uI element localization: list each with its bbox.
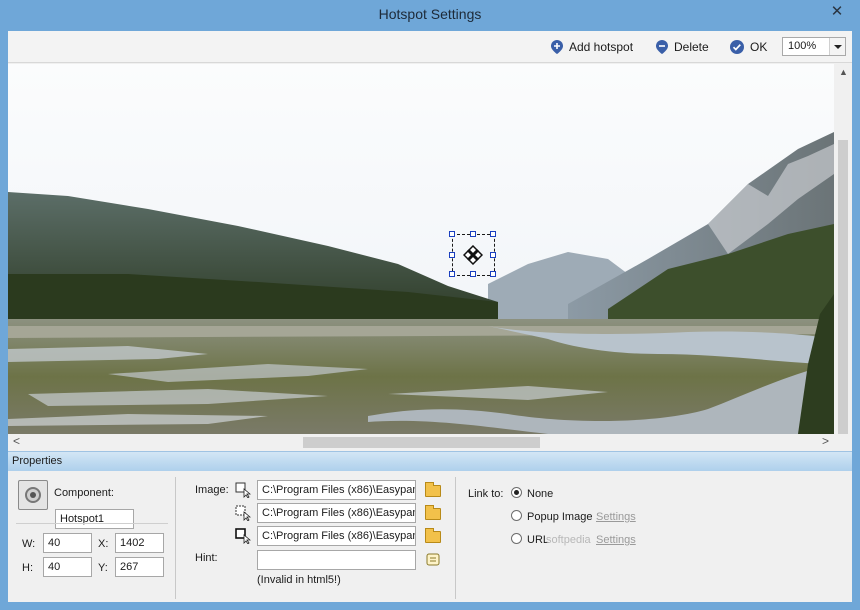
link-popup-radio[interactable] [511,510,522,521]
height-label: H: [22,562,33,574]
resize-handle[interactable] [470,231,476,237]
x-field[interactable]: 1402 [115,533,164,553]
folder-open-icon[interactable] [425,505,441,520]
add-hotspot-label: Add hotspot [569,40,634,54]
hotspot-icon [463,245,483,265]
delete-button[interactable]: Delete [655,38,709,56]
url-settings-link[interactable]: Settings [596,534,636,546]
watermark: softpedia [546,534,591,546]
hover-state-icon [235,505,251,521]
image-label: Image: [195,484,229,496]
y-field[interactable]: 267 [115,557,164,577]
resize-handle[interactable] [490,231,496,237]
pin-add-icon [551,40,563,54]
link-url-radio[interactable] [511,533,522,544]
resize-handle[interactable] [470,271,476,277]
divider [16,523,168,524]
add-hotspot-button[interactable]: Add hotspot [550,38,633,56]
resize-handle[interactable] [490,271,496,277]
close-icon[interactable]: ✕ [824,2,850,22]
toolbar: Add hotspot Delete OK 100% [8,31,852,63]
vertical-scrollbar[interactable]: ▲ [834,64,852,434]
image-hover-path-field[interactable]: C:\Program Files (x86)\Easypan [257,503,416,523]
pin-delete-icon [656,40,668,54]
chevron-down-icon[interactable] [829,38,845,55]
divider [455,477,456,599]
horizontal-scroll-thumb[interactable] [303,437,540,448]
title-bar: Hotspot Settings ✕ [0,0,860,31]
resize-handle[interactable] [449,252,455,258]
horizontal-scrollbar[interactable]: < > [8,434,852,451]
delete-label: Delete [674,40,709,54]
component-label: Component: [54,487,114,499]
window-title: Hotspot Settings [378,6,482,22]
ok-label: OK [750,40,768,54]
dialog-client: Add hotspot Delete OK 100% ▲ < > Propert… [8,31,852,602]
scroll-right-icon[interactable]: > [822,434,829,448]
ok-button[interactable]: OK [729,38,767,56]
link-to-label: Link to: [468,488,504,500]
x-label: X: [98,538,109,550]
link-none-label: None [527,488,554,500]
width-label: W: [22,538,36,550]
hotspot-component-icon [18,480,48,510]
zoom-select[interactable]: 100% [782,37,846,56]
image-pressed-path-field[interactable]: C:\Program Files (x86)\Easypan [257,526,416,546]
edit-hint-icon[interactable] [425,552,441,568]
panorama-viewport[interactable] [8,64,834,434]
link-none-radio[interactable] [511,487,522,498]
hint-note: (Invalid in html5!) [257,574,341,586]
popup-settings-link[interactable]: Settings [596,511,636,523]
hint-field[interactable] [257,550,416,570]
properties-header: Properties [8,451,852,471]
scroll-up-icon[interactable]: ▲ [839,67,848,77]
hotspot-selection[interactable] [449,231,496,277]
normal-state-icon [235,482,251,498]
properties-panel: Component: Hotspot1 W: 40 X: 1402 H: 40 … [8,471,852,602]
image-path-field[interactable]: C:\Program Files (x86)\Easypan [257,480,416,500]
component-field[interactable]: Hotspot1 [55,509,134,529]
panorama-image [8,64,834,434]
height-field[interactable]: 40 [43,557,92,577]
zoom-value: 100% [788,40,817,52]
scroll-left-icon[interactable]: < [13,434,20,448]
resize-handle[interactable] [490,252,496,258]
resize-handle[interactable] [449,231,455,237]
width-field[interactable]: 40 [43,533,92,553]
resize-handle[interactable] [449,271,455,277]
folder-open-icon[interactable] [425,528,441,543]
pressed-state-icon [235,528,251,544]
hint-label: Hint: [195,552,218,564]
vertical-scroll-thumb[interactable] [838,140,848,434]
link-popup-label: Popup Image [527,511,593,523]
divider [175,477,176,599]
y-label: Y: [98,562,108,574]
folder-open-icon[interactable] [425,482,441,497]
check-icon [730,40,744,54]
